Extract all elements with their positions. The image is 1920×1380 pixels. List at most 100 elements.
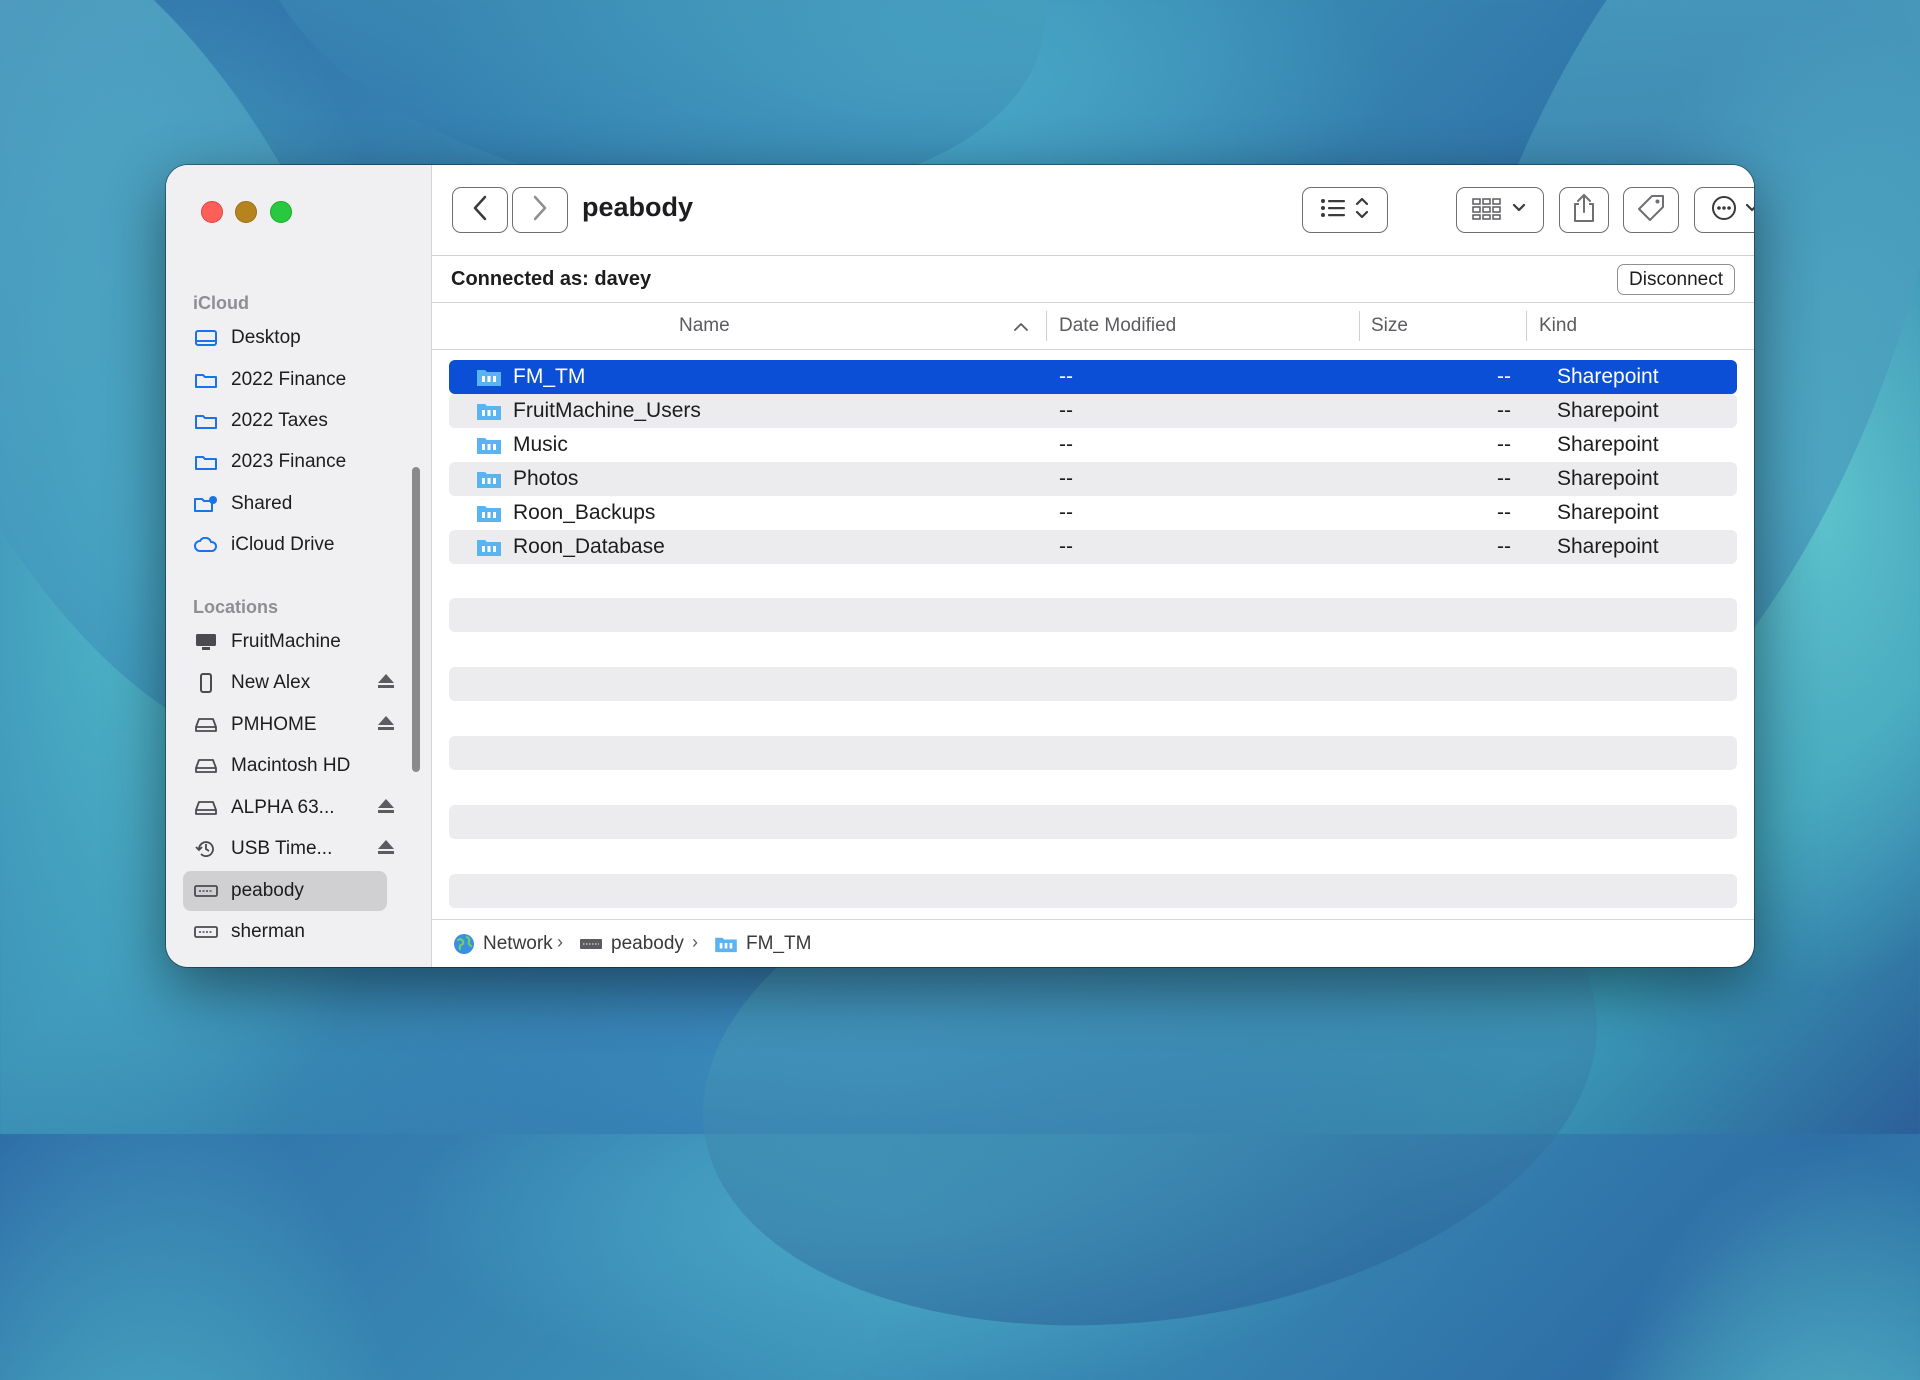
file-name: Music [513,433,568,456]
sidebar-item-desktop[interactable]: Desktop [183,318,387,358]
empty-row [449,805,1737,839]
empty-row [449,667,1737,701]
file-name: Roon_Backups [513,501,656,524]
sidebar-item-alpha[interactable]: ALPHA 63... [183,788,394,828]
path-item-network[interactable]: Network [453,933,553,955]
column-size[interactable]: Size [1371,315,1408,337]
eject-icon[interactable] [377,839,395,861]
back-chevron-icon [472,195,488,226]
sidebar-section-locations: Locations [193,597,279,617]
computer-icon [193,631,219,653]
sidebar-item-new-alex[interactable]: New Alex [183,663,394,703]
share-button[interactable] [1559,187,1609,233]
column-name[interactable]: Name [679,315,730,337]
sidebar-item-2022-finance[interactable]: 2022 Finance [183,360,387,400]
group-grid-icon [1468,194,1532,227]
shared-folder-icon [476,435,502,461]
connection-status: Connected as: davey [451,268,652,290]
forward-button[interactable] [512,187,568,233]
tag-icon [1636,193,1666,228]
sidebar-item-sherman[interactable]: sherman [183,912,387,952]
path-label: FM_TM [746,933,812,954]
file-row[interactable]: FM_TM -- -- Sharepoint [449,360,1737,394]
file-row[interactable]: Roon_Backups -- -- Sharepoint [449,496,1737,530]
tag-button[interactable] [1623,187,1679,233]
file-size: -- [1497,535,1511,558]
shared-folder-icon [193,493,219,515]
sidebar-item-label: Macintosh HD [231,755,351,776]
sidebar-item-label: 2022 Finance [231,369,347,390]
drive-icon [193,797,219,819]
back-button[interactable] [452,187,508,233]
sidebar-item-macintosh-hd[interactable]: Macintosh HD [183,746,387,786]
sidebar-item-2023-finance[interactable]: 2023 Finance [183,442,387,482]
eject-icon[interactable] [377,715,395,737]
shared-folder-icon [476,401,502,427]
list-view-icon [1315,194,1375,227]
file-date: -- [1059,467,1073,490]
drive-icon [193,714,219,736]
group-button[interactable] [1456,187,1544,233]
path-label: peabody [611,933,684,954]
desktop-icon [193,327,219,349]
shared-folder-icon [476,367,502,393]
sidebar-item-label: New Alex [231,672,311,693]
sidebar-item-fruitmachine[interactable]: FruitMachine [183,622,387,662]
sidebar-item-label: ALPHA 63... [231,797,335,818]
minimize-button[interactable] [235,201,257,223]
file-kind: Sharepoint [1557,399,1659,422]
empty-row [449,598,1737,632]
sidebar-item-label: 2022 Taxes [231,410,328,431]
more-actions-button[interactable] [1694,187,1754,233]
file-date: -- [1059,433,1073,456]
shared-folder-icon [714,935,738,953]
empty-row [449,736,1737,770]
column-date-modified[interactable]: Date Modified [1059,315,1176,337]
path-item-peabody[interactable]: peabody [579,933,684,955]
sidebar-item-label: Desktop [231,327,301,348]
empty-row [449,874,1737,908]
file-row[interactable]: FruitMachine_Users -- -- Sharepoint [449,394,1737,428]
column-divider[interactable] [1359,311,1360,341]
sidebar-item-icloud-drive[interactable]: iCloud Drive [183,525,387,565]
sort-ascending-icon[interactable] [1013,317,1029,339]
file-row[interactable]: Photos -- -- Sharepoint [449,462,1737,496]
disconnect-button[interactable]: Disconnect [1617,264,1735,295]
file-name: FM_TM [513,365,586,388]
sidebar-item-label: FruitMachine [231,631,341,652]
sidebar-item-peabody[interactable]: peabody [183,871,387,911]
column-divider[interactable] [1046,311,1047,341]
file-name: Photos [513,467,579,490]
close-button[interactable] [201,201,223,223]
eject-icon[interactable] [377,798,395,820]
sidebar-item-2022-taxes[interactable]: 2022 Taxes [183,401,387,441]
sidebar-item-label: peabody [231,880,304,901]
forward-chevron-icon [532,195,548,226]
path-item-fm-tm[interactable]: FM_TM [714,933,811,955]
file-size: -- [1497,467,1511,490]
file-date: -- [1059,399,1073,422]
view-mode-button[interactable] [1302,187,1388,233]
file-date: -- [1059,365,1073,388]
server-icon [193,880,219,902]
sidebar-scrollbar[interactable] [412,467,420,772]
sidebar-item-pmhome[interactable]: PMHOME [183,705,394,745]
sidebar-item-label: USB Time... [231,838,333,859]
file-size: -- [1497,399,1511,422]
shared-folder-icon [476,503,502,529]
sidebar-item-shared[interactable]: Shared [183,484,387,524]
file-size: -- [1497,365,1511,388]
file-row[interactable]: Roon_Database -- -- Sharepoint [449,530,1737,564]
server-icon [579,937,603,951]
sidebar-item-usb-time[interactable]: USB Time... [183,829,394,869]
eject-icon[interactable] [377,673,395,695]
sidebar-item-label: iCloud Drive [231,534,335,555]
maximize-button[interactable] [270,201,292,223]
column-divider[interactable] [1526,311,1527,341]
folder-icon [193,369,219,391]
window-title: peabody [582,192,694,222]
file-row[interactable]: Music -- -- Sharepoint [449,428,1737,462]
column-kind[interactable]: Kind [1539,315,1577,337]
sidebar-item-label: 2023 Finance [231,451,347,472]
globe-icon [453,933,475,955]
